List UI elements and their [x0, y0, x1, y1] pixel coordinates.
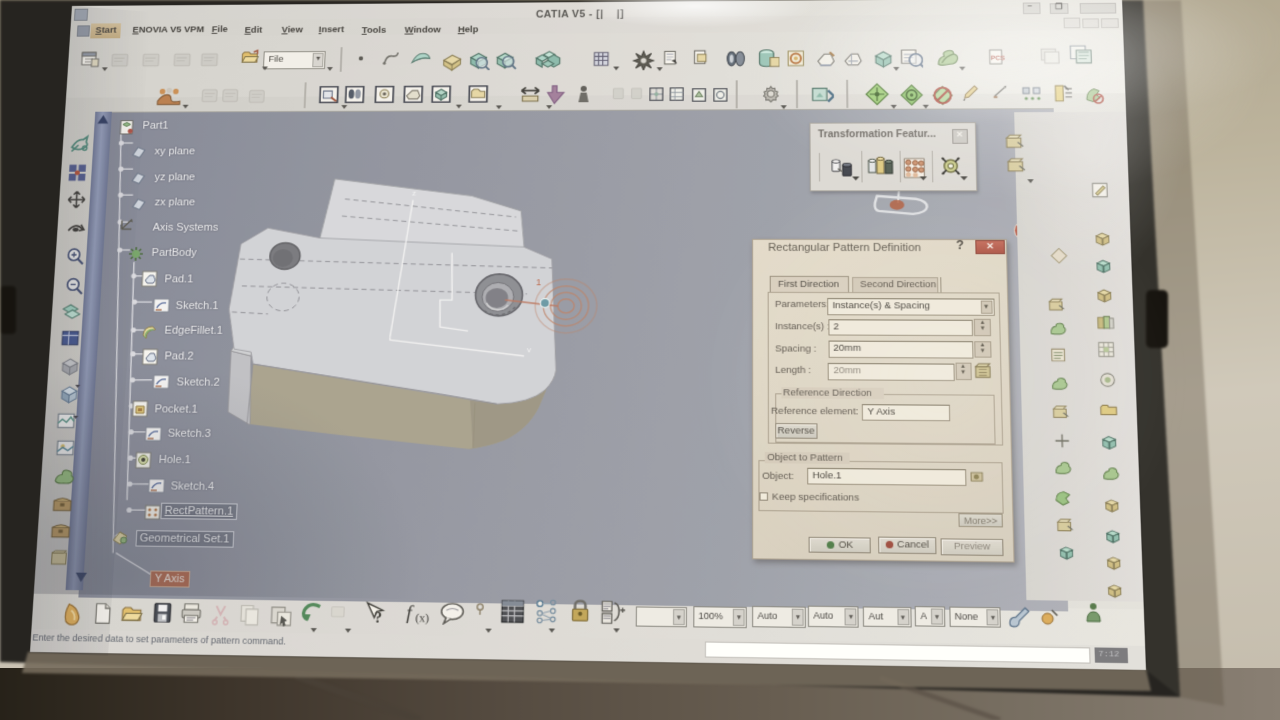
svg-text:?: ?	[374, 609, 382, 625]
svg-text:f: f	[405, 601, 413, 623]
svg-text:(x): (x)	[415, 613, 430, 625]
